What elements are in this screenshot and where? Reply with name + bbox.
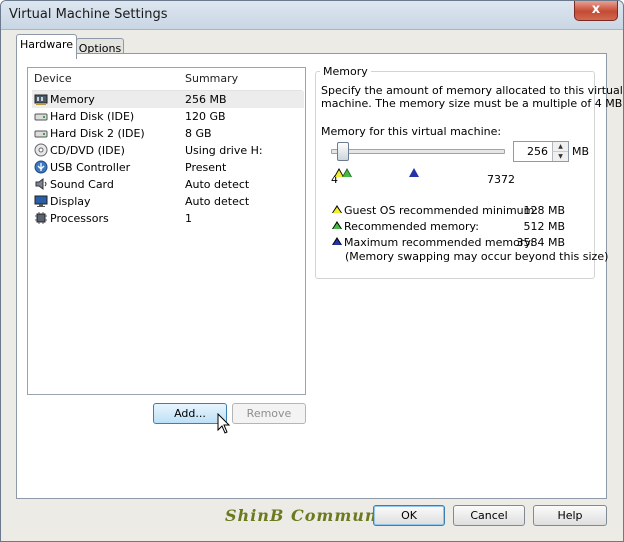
ok-button[interactable]: OK xyxy=(373,505,445,526)
help-button[interactable]: Help xyxy=(533,505,607,526)
recommended-legend-label: Recommended memory: xyxy=(344,220,479,233)
device-summary: 1 xyxy=(185,212,192,225)
max-recommended-legend-marker xyxy=(333,239,341,245)
device-row-usb-controller[interactable]: USB Controller Present xyxy=(32,159,304,176)
slider-max-label: 7372 xyxy=(487,173,515,186)
window-title: Virtual Machine Settings xyxy=(9,7,168,22)
device-column-header[interactable]: Device xyxy=(34,72,72,85)
device-row-display[interactable]: Display Auto detect xyxy=(32,193,304,210)
device-row-hard-disk-ide[interactable]: Hard Disk (IDE) 120 GB xyxy=(32,108,304,125)
device-name: Memory xyxy=(50,93,95,106)
usb-icon xyxy=(34,160,48,174)
processor-icon xyxy=(34,211,48,225)
device-name: Processors xyxy=(50,212,109,225)
memory-field-label: Memory for this virtual machine: xyxy=(321,125,502,138)
memory-description-line2: machine. The memory size must be a multi… xyxy=(321,97,624,110)
speaker-icon xyxy=(34,177,48,191)
device-name: Sound Card xyxy=(50,178,114,191)
monitor-icon xyxy=(34,194,48,208)
close-button[interactable]: x xyxy=(574,1,618,21)
device-row-hard-disk-2-ide[interactable]: Hard Disk 2 (IDE) 8 GB xyxy=(32,125,304,142)
device-row-memory[interactable]: Memory 256 MB xyxy=(32,91,304,108)
title-bar[interactable]: Virtual Machine Settings x xyxy=(1,1,623,30)
device-summary: Auto detect xyxy=(185,178,250,191)
device-summary: 256 MB xyxy=(185,93,227,106)
memory-group-title: Memory xyxy=(320,65,371,78)
summary-column-header[interactable]: Summary xyxy=(185,72,238,85)
device-row-sound-card[interactable]: Sound Card Auto detect xyxy=(32,176,304,193)
max-recommended-legend-value: 3584 MB xyxy=(516,236,565,249)
device-name: Hard Disk (IDE) xyxy=(50,110,135,123)
memory-unit: MB xyxy=(572,145,590,158)
add-button[interactable]: Add... xyxy=(153,403,227,424)
device-summary: 120 GB xyxy=(185,110,226,123)
tab-hardware[interactable]: Hardware xyxy=(16,34,77,59)
device-name: USB Controller xyxy=(50,161,131,174)
virtual-machine-settings-window: Virtual Machine Settings x Hardware Opti… xyxy=(0,0,624,542)
memory-icon xyxy=(34,92,48,106)
close-icon: x xyxy=(591,2,601,17)
device-row-cd-dvd-ide[interactable]: CD/DVD (IDE) Using drive H: xyxy=(32,142,304,159)
device-summary: Auto detect xyxy=(185,195,250,208)
hard-disk-icon xyxy=(34,109,48,123)
mouse-pointer-icon xyxy=(217,413,231,434)
guest-min-legend-marker xyxy=(333,207,341,213)
device-summary: 8 GB xyxy=(185,127,212,140)
memory-slider-track[interactable] xyxy=(331,149,505,154)
recommended-legend-value: 512 MB xyxy=(523,220,565,233)
device-summary: Using drive H: xyxy=(185,144,263,157)
recommended-legend-marker xyxy=(333,223,341,229)
max-recommended-legend-label: Maximum recommended memory: xyxy=(344,236,534,249)
spin-up-icon[interactable]: ▲ xyxy=(552,142,568,152)
cd-dvd-icon xyxy=(34,143,48,157)
remove-button[interactable]: Remove xyxy=(232,403,306,424)
device-list[interactable]: Device Summary Memory 256 MB Hard Disk (ID… xyxy=(27,67,306,395)
device-row-processors[interactable]: Processors 1 xyxy=(32,210,304,227)
device-name: Display xyxy=(50,195,91,208)
guest-min-legend-value: 128 MB xyxy=(523,204,565,217)
memory-description-line1: Specify the amount of memory allocated t… xyxy=(321,84,623,97)
memory-slider-thumb[interactable] xyxy=(337,142,349,161)
hard-disk-icon xyxy=(34,126,48,140)
device-name: CD/DVD (IDE) xyxy=(50,144,125,157)
max-recommended-marker xyxy=(409,168,419,177)
guest-min-legend-label: Guest OS recommended minimum: xyxy=(344,204,539,217)
tab-hardware-label: Hardware xyxy=(19,38,74,51)
device-name: Hard Disk 2 (IDE) xyxy=(50,127,145,140)
device-summary: Present xyxy=(185,161,227,174)
cancel-button[interactable]: Cancel xyxy=(453,505,525,526)
spin-down-icon[interactable]: ▼ xyxy=(552,152,568,161)
recommended-marker xyxy=(343,170,351,177)
memory-spinbox[interactable]: 256 ▲ ▼ xyxy=(513,141,569,162)
memory-value[interactable]: 256 xyxy=(527,145,548,158)
swap-note: (Memory swapping may occur beyond this s… xyxy=(345,250,609,263)
